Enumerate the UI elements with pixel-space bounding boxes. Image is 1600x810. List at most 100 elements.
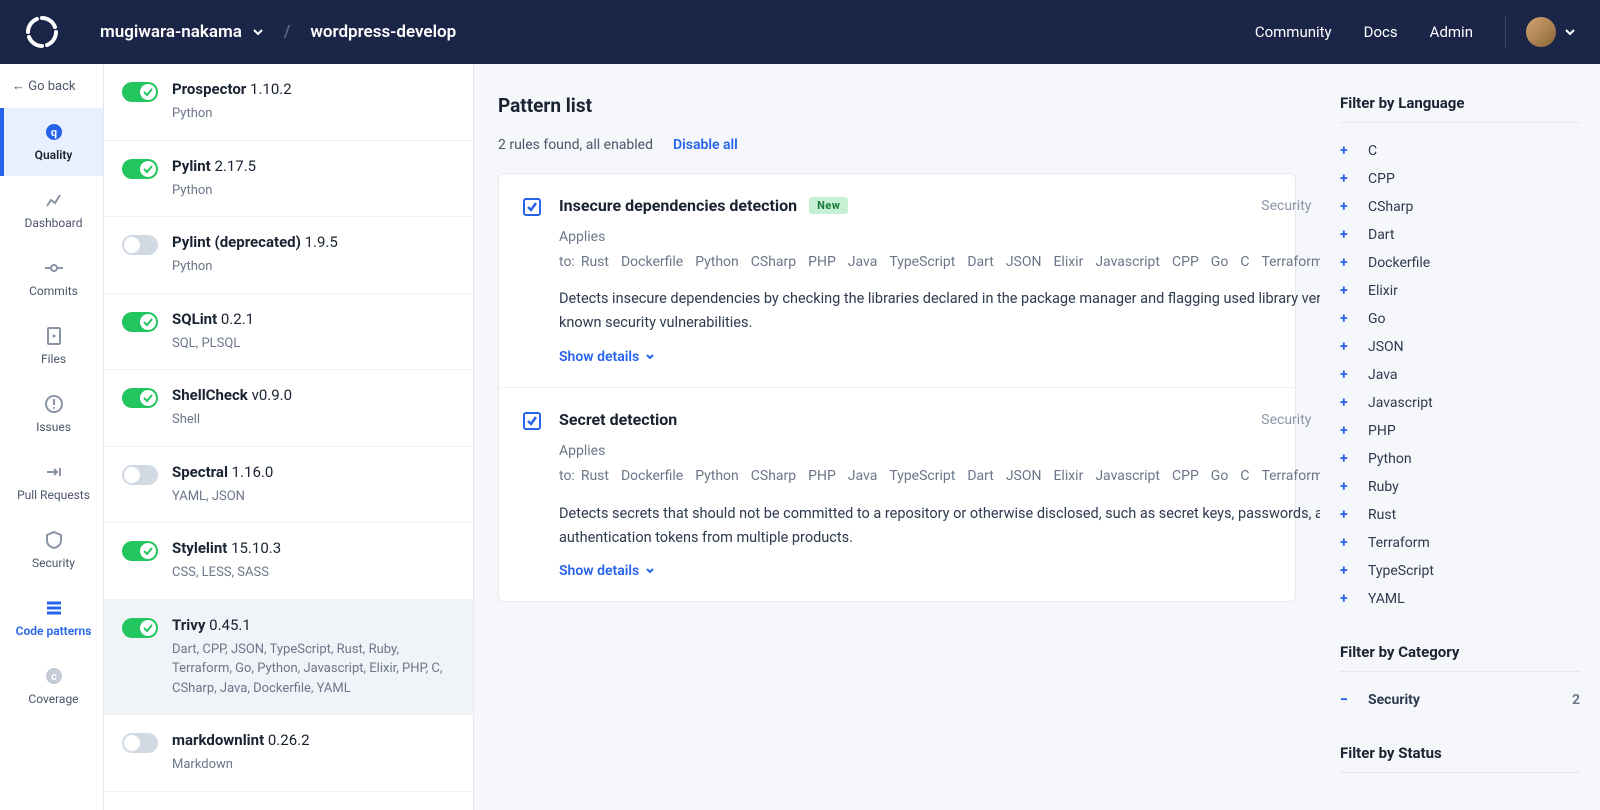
nav-quality[interactable]: qQuality (0, 108, 103, 176)
filter-lang-item[interactable]: +TypeScript (1340, 557, 1580, 585)
plus-icon: + (1340, 451, 1354, 467)
filter-label: Dart (1368, 227, 1394, 243)
chevron-down-icon (1564, 26, 1576, 38)
pattern-name: Insecure dependencies detection (559, 196, 797, 215)
pattern-card: Insecure dependencies detectionNewSecuri… (499, 174, 1295, 388)
filter-lang-item[interactable]: +Javascript (1340, 389, 1580, 417)
tool-item[interactable]: Prospector 1.10.2Python (104, 64, 473, 141)
plus-icon: + (1340, 255, 1354, 271)
nav-files[interactable]: Files (0, 312, 103, 380)
tool-name: Pylint (deprecated) 1.9.5 (172, 233, 453, 251)
tool-item[interactable]: ShellCheck v0.9.0Shell (104, 370, 473, 447)
new-badge: New (809, 197, 848, 214)
disable-all-link[interactable]: Disable all (673, 137, 738, 153)
tool-toggle[interactable] (122, 312, 158, 332)
nav-admin[interactable]: Admin (1430, 23, 1473, 41)
filter-lang-item[interactable]: +C (1340, 137, 1580, 165)
repo-name[interactable]: wordpress-develop (310, 22, 456, 42)
nav-community[interactable]: Community (1255, 23, 1332, 41)
tool-item[interactable]: Pylint 2.17.5Python (104, 141, 473, 218)
nav-commits[interactable]: Commits (0, 244, 103, 312)
org-selector[interactable]: mugiwara-nakama (100, 22, 264, 42)
commit-icon (44, 258, 64, 278)
tool-item[interactable]: Trivy 0.45.1Dart, CPP, JSON, TypeScript,… (104, 600, 473, 716)
filter-lang-item[interactable]: +Ruby (1340, 473, 1580, 501)
tool-item[interactable]: markdownlint 0.26.2Markdown (104, 715, 473, 792)
filter-lang-item[interactable]: +Elixir (1340, 277, 1580, 305)
filter-lang-item[interactable]: +Go (1340, 305, 1580, 333)
nav-label: Pull Requests (17, 488, 90, 502)
filter-label: Security (1368, 692, 1420, 708)
filter-lang-item[interactable]: +Rust (1340, 501, 1580, 529)
tool-toggle[interactable] (122, 235, 158, 255)
nav-pull-requests[interactable]: Pull Requests (0, 448, 103, 516)
filter-label: TypeScript (1368, 563, 1434, 579)
pattern-description: Detects insecure dependencies by checkin… (559, 287, 1320, 335)
plus-icon: + (1340, 143, 1354, 159)
filter-language-title: Filter by Language (1340, 94, 1580, 123)
nav-dashboard[interactable]: Dashboard (0, 176, 103, 244)
plus-icon: + (1340, 311, 1354, 327)
filter-label: Rust (1368, 507, 1396, 523)
tool-toggle[interactable] (122, 465, 158, 485)
user-menu[interactable] (1505, 17, 1576, 47)
tool-toggle[interactable] (122, 618, 158, 638)
nav-label: Dashboard (24, 216, 82, 230)
rules-count: 2 rules found, all enabled (498, 137, 653, 153)
filter-label: JSON (1368, 339, 1404, 355)
chart-icon (44, 190, 64, 210)
tool-item[interactable]: Spectral 1.16.0YAML, JSON (104, 447, 473, 524)
show-details-link[interactable]: Show details (559, 563, 1320, 579)
tools-panel: Prospector 1.10.2PythonPylint 2.17.5Pyth… (104, 64, 474, 810)
nav-docs[interactable]: Docs (1364, 23, 1398, 41)
filter-lang-item[interactable]: +Python (1340, 445, 1580, 473)
filter-lang-item[interactable]: + CPP (1340, 165, 1580, 193)
chevron-down-icon (645, 352, 655, 362)
filter-label: CPP (1368, 171, 1395, 187)
filter-lang-item[interactable]: + JSON (1340, 333, 1580, 361)
pr-icon (44, 462, 64, 482)
pattern-checkbox[interactable] (523, 412, 541, 430)
left-sidebar: ← Go back qQuality Dashboard CommitsFilesI… (0, 64, 104, 810)
top-header: mugiwara-nakama / wordpress-develop Comm… (0, 0, 1600, 64)
breadcrumb: mugiwara-nakama / wordpress-develop (100, 22, 456, 42)
plus-icon: + (1340, 283, 1354, 299)
filter-lang-item[interactable]: +Terraform (1340, 529, 1580, 557)
plus-icon: + (1340, 171, 1354, 187)
applies-to: Applies to:RustDockerfilePythonCSharpPHP… (559, 439, 1320, 489)
tool-item[interactable]: Pylint (deprecated) 1.9.5Python (104, 217, 473, 294)
tool-toggle[interactable] (122, 541, 158, 561)
show-details-link[interactable]: Show details (559, 349, 1320, 365)
tool-languages: SQL, PLSQL (172, 334, 453, 354)
tool-toggle[interactable] (122, 388, 158, 408)
nav-coverage[interactable]: cCoverage (0, 652, 103, 720)
tool-item[interactable]: SQLint 0.2.1SQL, PLSQL (104, 294, 473, 371)
filter-cat-item[interactable]: −Security2 (1340, 686, 1580, 714)
plus-icon: + (1340, 339, 1354, 355)
tool-toggle[interactable] (122, 159, 158, 179)
nav-security[interactable]: Security (0, 516, 103, 584)
plus-icon: + (1340, 227, 1354, 243)
go-back-link[interactable]: ← Go back (0, 64, 103, 108)
filter-lang-item[interactable]: +Java (1340, 361, 1580, 389)
filter-lang-item[interactable]: +YAML (1340, 585, 1580, 613)
nav-issues[interactable]: Issues (0, 380, 103, 448)
pattern-checkbox[interactable] (523, 198, 541, 216)
tool-languages: Markdown (172, 755, 453, 775)
tool-languages: Python (172, 104, 453, 124)
filter-lang-item[interactable]: +Dockerfile (1340, 249, 1580, 277)
nav-label: Code patterns (16, 624, 92, 638)
tool-languages: Dart, CPP, JSON, TypeScript, Rust, Ruby,… (172, 640, 453, 699)
org-name: mugiwara-nakama (100, 22, 242, 42)
filter-lang-item[interactable]: +CSharp (1340, 193, 1580, 221)
nav-code-patterns[interactable]: Code patterns (0, 584, 103, 652)
filter-label: Java (1368, 367, 1398, 383)
filter-lang-item[interactable]: +PHP (1340, 417, 1580, 445)
tool-toggle[interactable] (122, 82, 158, 102)
filter-status-title: Filter by Status (1340, 744, 1580, 773)
pattern-category: Security (1261, 198, 1311, 214)
tool-item[interactable]: Stylelint 15.10.3CSS, LESS, SASS (104, 523, 473, 600)
svg-text:q: q (50, 126, 56, 139)
filter-lang-item[interactable]: + Dart (1340, 221, 1580, 249)
tool-toggle[interactable] (122, 733, 158, 753)
